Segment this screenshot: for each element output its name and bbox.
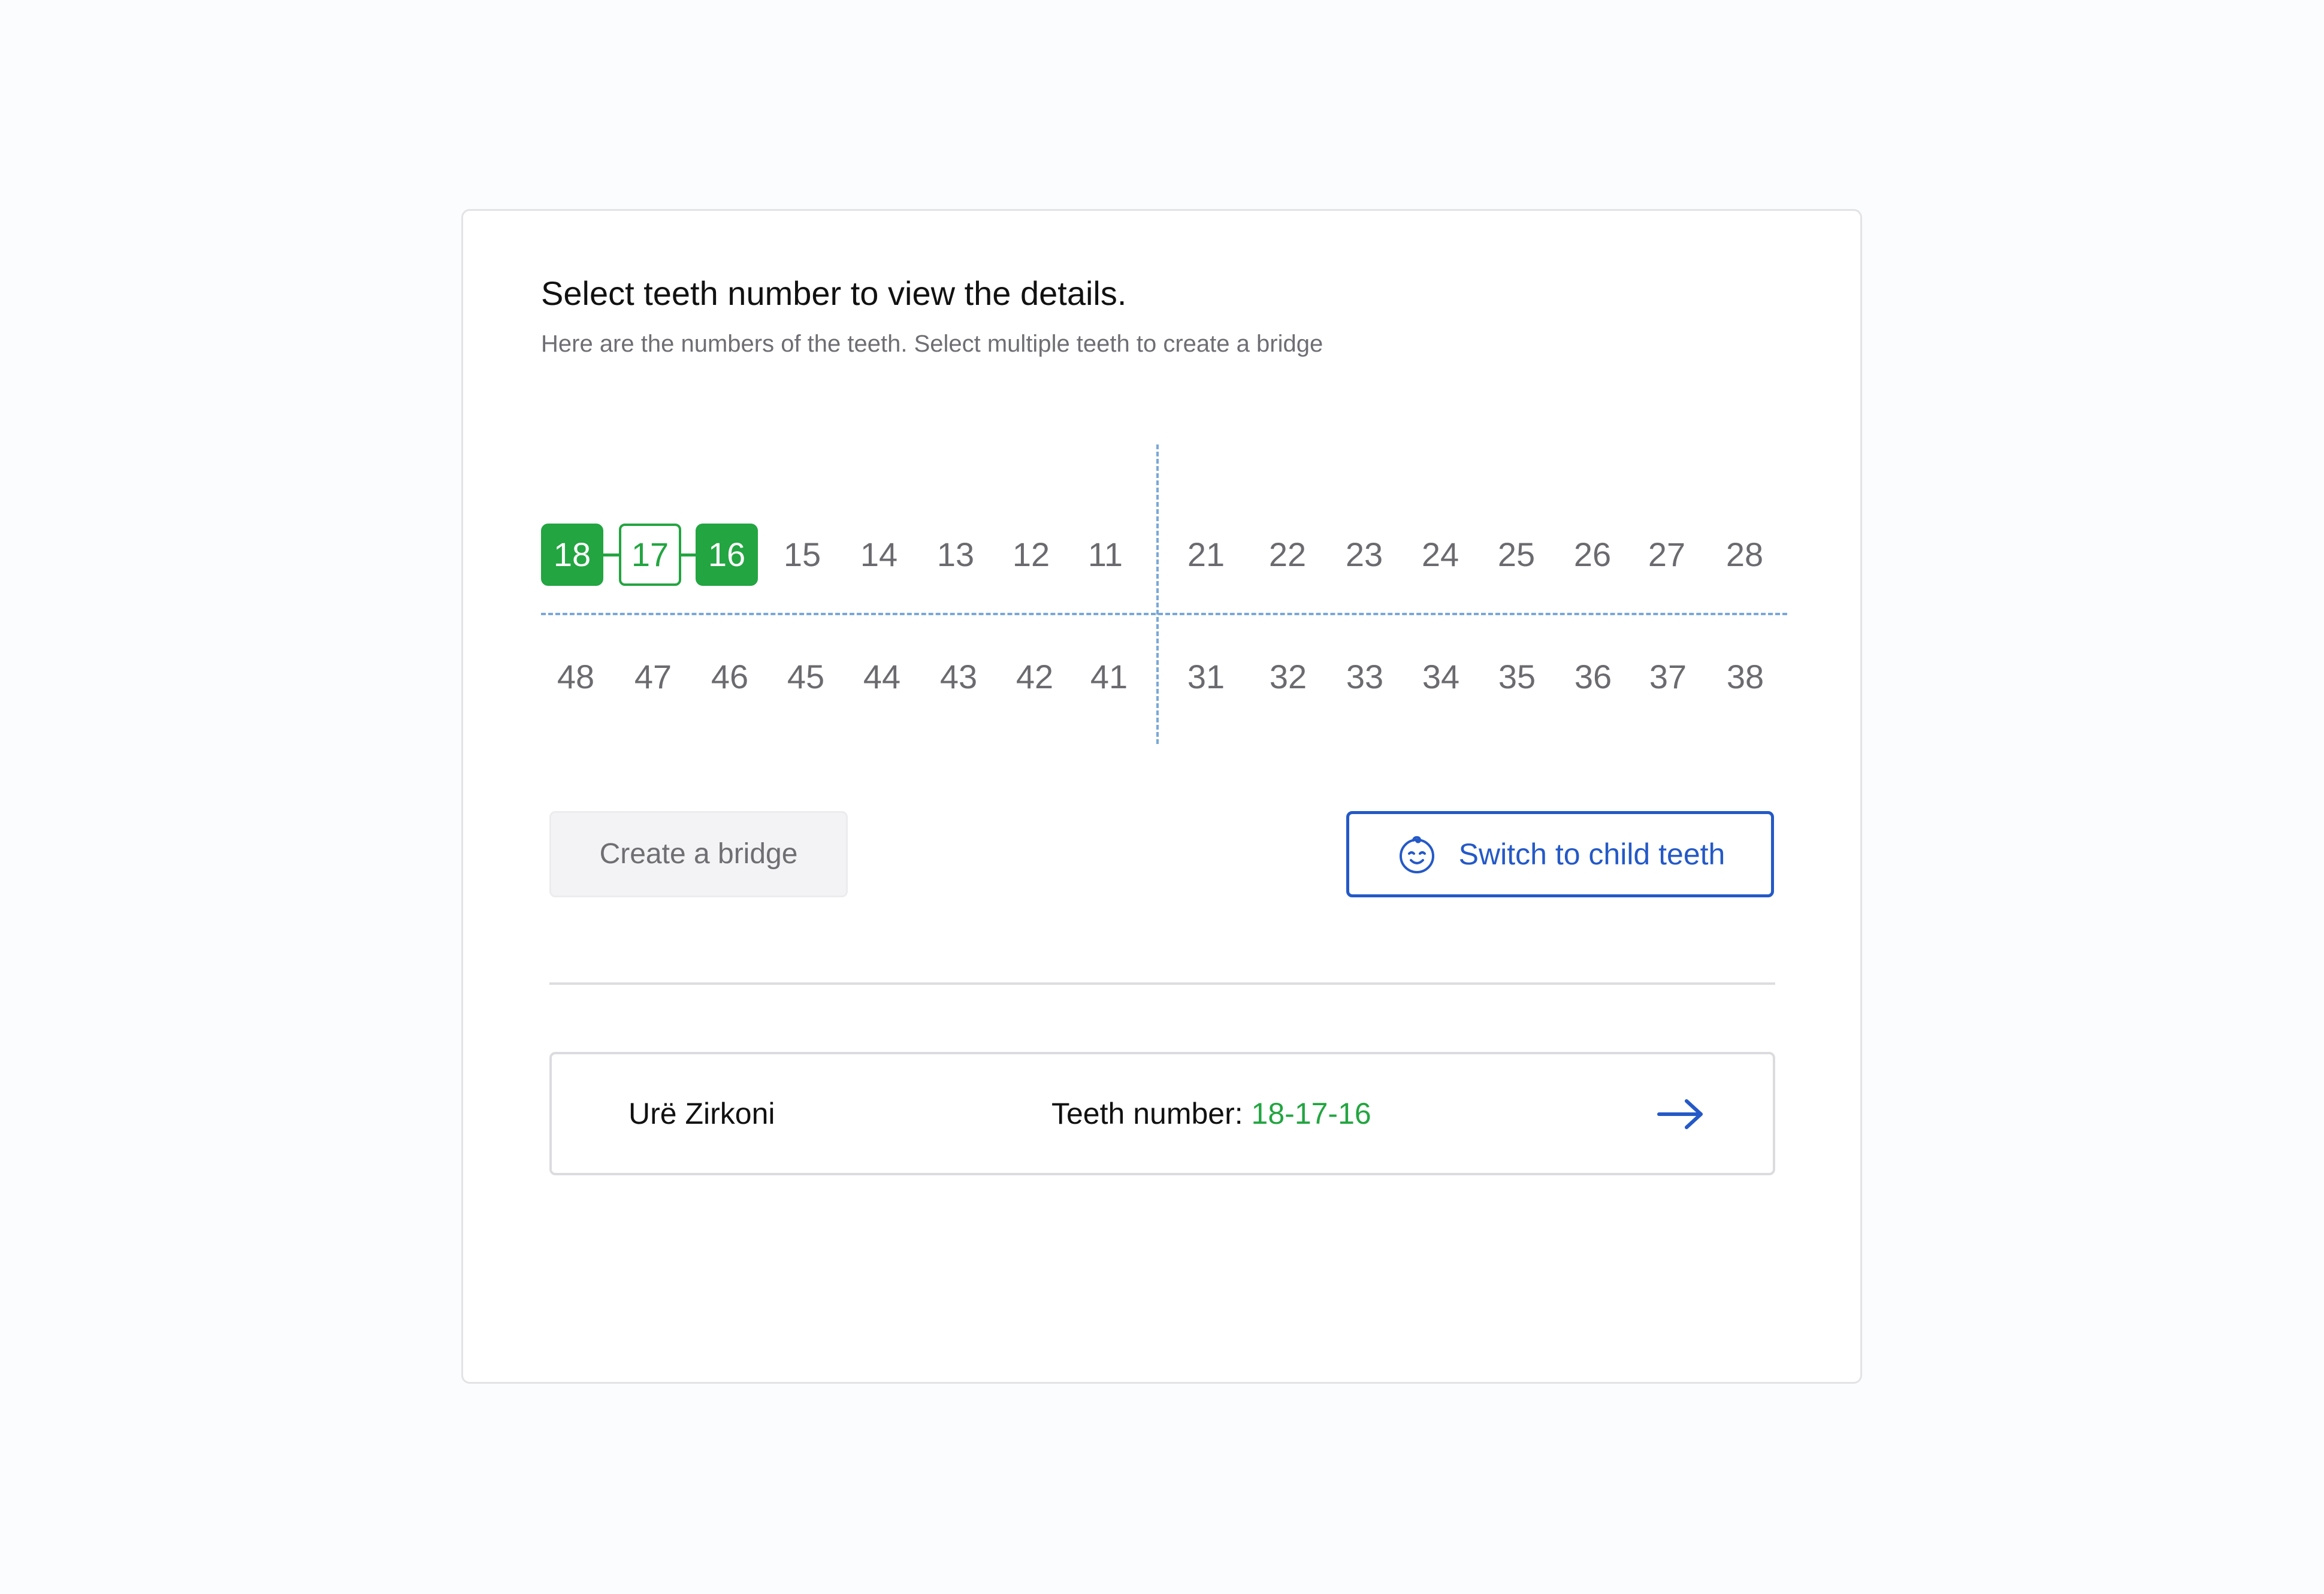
tooth-21[interactable]: 21 (1175, 524, 1237, 586)
tooth-31[interactable]: 31 (1175, 646, 1237, 708)
tooth-33[interactable]: 33 (1334, 646, 1396, 708)
teeth-chart: 18 17 16 15 14 13 12 11 21 22 23 24 25 2… (541, 444, 1787, 744)
tooth-26[interactable]: 26 (1561, 524, 1624, 586)
tooth-22[interactable]: 22 (1256, 524, 1319, 586)
tooth-28[interactable]: 28 (1713, 524, 1776, 586)
bridge-name: Urë Zirkoni (628, 1097, 775, 1130)
bridge-connector (680, 553, 696, 556)
tooth-36[interactable]: 36 (1562, 646, 1624, 708)
tooth-34[interactable]: 34 (1410, 646, 1472, 708)
horizontal-midline (541, 613, 1787, 615)
teeth-number-value: 18-17-16 (1251, 1097, 1371, 1130)
tooth-45[interactable]: 45 (775, 646, 837, 708)
page-title: Select teeth number to view the details. (541, 274, 1127, 312)
switch-to-child-teeth-button[interactable]: Switch to child teeth (1346, 811, 1774, 897)
section-divider (549, 982, 1775, 985)
tooth-48[interactable]: 48 (545, 646, 607, 708)
teeth-number-label: Teeth number: (1051, 1097, 1243, 1130)
tooth-25[interactable]: 25 (1485, 524, 1548, 586)
tooth-47[interactable]: 47 (622, 646, 684, 708)
tooth-12[interactable]: 12 (1000, 524, 1062, 586)
tooth-32[interactable]: 32 (1257, 646, 1319, 708)
baby-face-icon (1395, 833, 1438, 876)
page-subtitle: Here are the numbers of the teeth. Selec… (541, 331, 1323, 357)
tooth-42[interactable]: 42 (1004, 646, 1066, 708)
create-bridge-button[interactable]: Create a bridge (549, 811, 848, 897)
bridge-result-row[interactable]: Urë Zirkoni Teeth number: 18-17-16 (549, 1052, 1775, 1175)
tooth-43[interactable]: 43 (927, 646, 990, 708)
tooth-17[interactable]: 17 (619, 524, 681, 586)
tooth-16[interactable]: 16 (696, 524, 758, 586)
tooth-41[interactable]: 41 (1078, 646, 1140, 708)
tooth-13[interactable]: 13 (924, 524, 987, 586)
tooth-23[interactable]: 23 (1333, 524, 1395, 586)
tooth-14[interactable]: 14 (848, 524, 910, 586)
bridge-connector (603, 553, 619, 556)
tooth-37[interactable]: 37 (1637, 646, 1699, 708)
teeth-selection-card: Select teeth number to view the details.… (461, 209, 1862, 1384)
vertical-midline (1156, 444, 1159, 744)
tooth-44[interactable]: 44 (851, 646, 913, 708)
tooth-35[interactable]: 35 (1486, 646, 1548, 708)
tooth-38[interactable]: 38 (1714, 646, 1776, 708)
tooth-27[interactable]: 27 (1636, 524, 1698, 586)
arrow-right-icon[interactable] (1655, 1095, 1706, 1133)
tooth-11[interactable]: 11 (1074, 524, 1137, 586)
tooth-18[interactable]: 18 (541, 524, 603, 586)
tooth-24[interactable]: 24 (1409, 524, 1471, 586)
teeth-number-text: Teeth number: 18-17-16 (1051, 1096, 1371, 1131)
tooth-46[interactable]: 46 (699, 646, 761, 708)
switch-to-child-teeth-label: Switch to child teeth (1458, 837, 1725, 871)
tooth-15[interactable]: 15 (771, 524, 833, 586)
